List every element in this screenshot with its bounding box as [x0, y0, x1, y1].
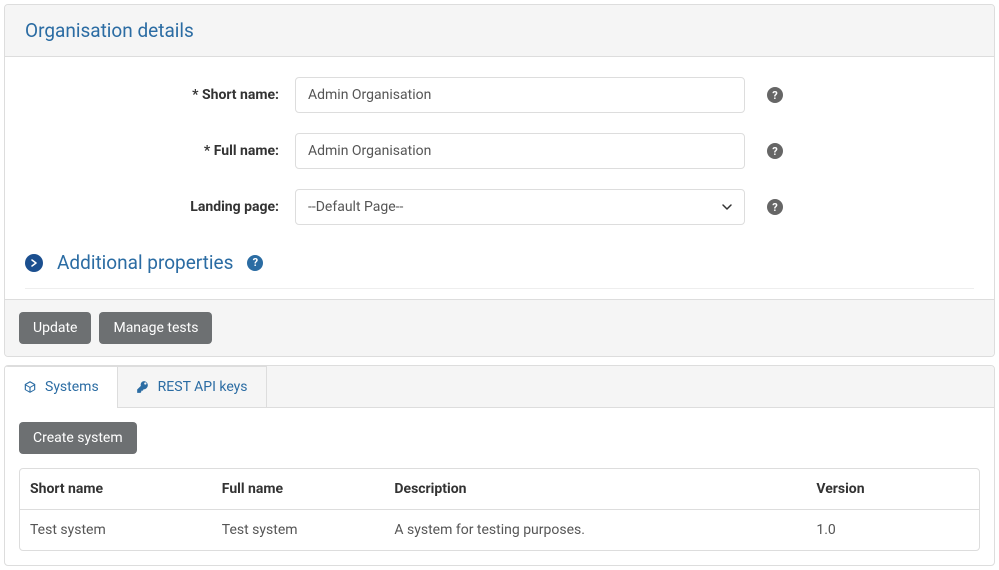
panel-body: * Short name: ? * Full name: ? Landing p…	[5, 57, 994, 299]
panel-footer: Update Manage tests	[5, 299, 994, 356]
col-short-name: Short name	[20, 469, 212, 510]
organisation-details-panel: Organisation details * Short name: ? * F…	[4, 4, 995, 357]
page-title: Organisation details	[25, 19, 974, 42]
short-name-input[interactable]	[295, 77, 745, 113]
tab-rest-api-label: REST API keys	[158, 379, 248, 395]
tab-systems[interactable]: Systems	[5, 366, 118, 407]
manage-tests-button[interactable]: Manage tests	[99, 312, 212, 344]
table-header-row: Short name Full name Description Version	[20, 469, 979, 510]
form-row-landing-page: Landing page: --Default Page-- ?	[25, 189, 974, 225]
tabs-header: Systems REST API keys	[5, 366, 994, 408]
panel-header: Organisation details	[5, 5, 994, 57]
short-name-label: * Short name:	[25, 87, 295, 103]
help-icon[interactable]: ?	[247, 255, 263, 271]
col-description: Description	[384, 469, 806, 510]
help-icon[interactable]: ?	[767, 87, 783, 103]
cell-short-name: Test system	[20, 510, 212, 550]
additional-properties-title: Additional properties	[57, 251, 233, 274]
landing-page-label: Landing page:	[25, 199, 295, 215]
chevron-right-icon	[25, 254, 43, 272]
help-icon[interactable]: ?	[767, 199, 783, 215]
cube-icon	[23, 380, 37, 394]
create-system-button[interactable]: Create system	[19, 422, 137, 454]
tabs-panel: Systems REST API keys Create system Shor…	[4, 365, 995, 566]
tabs-body: Create system Short name Full name Descr…	[5, 408, 994, 565]
tab-rest-api-keys[interactable]: REST API keys	[118, 366, 267, 407]
col-version: Version	[806, 469, 979, 510]
form-row-full-name: * Full name: ?	[25, 133, 974, 169]
col-full-name: Full name	[212, 469, 385, 510]
form-row-short-name: * Short name: ?	[25, 77, 974, 113]
cell-version: 1.0	[806, 510, 979, 550]
full-name-label: * Full name:	[25, 143, 295, 159]
additional-properties-toggle[interactable]: Additional properties ?	[25, 245, 974, 289]
landing-page-select[interactable]: --Default Page--	[295, 189, 745, 225]
key-icon	[136, 380, 150, 394]
cell-full-name: Test system	[212, 510, 385, 550]
landing-page-select-wrap: --Default Page--	[295, 189, 745, 225]
help-icon[interactable]: ?	[767, 143, 783, 159]
update-button[interactable]: Update	[19, 312, 91, 344]
table-row[interactable]: Test system Test system A system for tes…	[20, 510, 979, 550]
cell-description: A system for testing purposes.	[384, 510, 806, 550]
tab-systems-label: Systems	[45, 379, 99, 395]
full-name-input[interactable]	[295, 133, 745, 169]
